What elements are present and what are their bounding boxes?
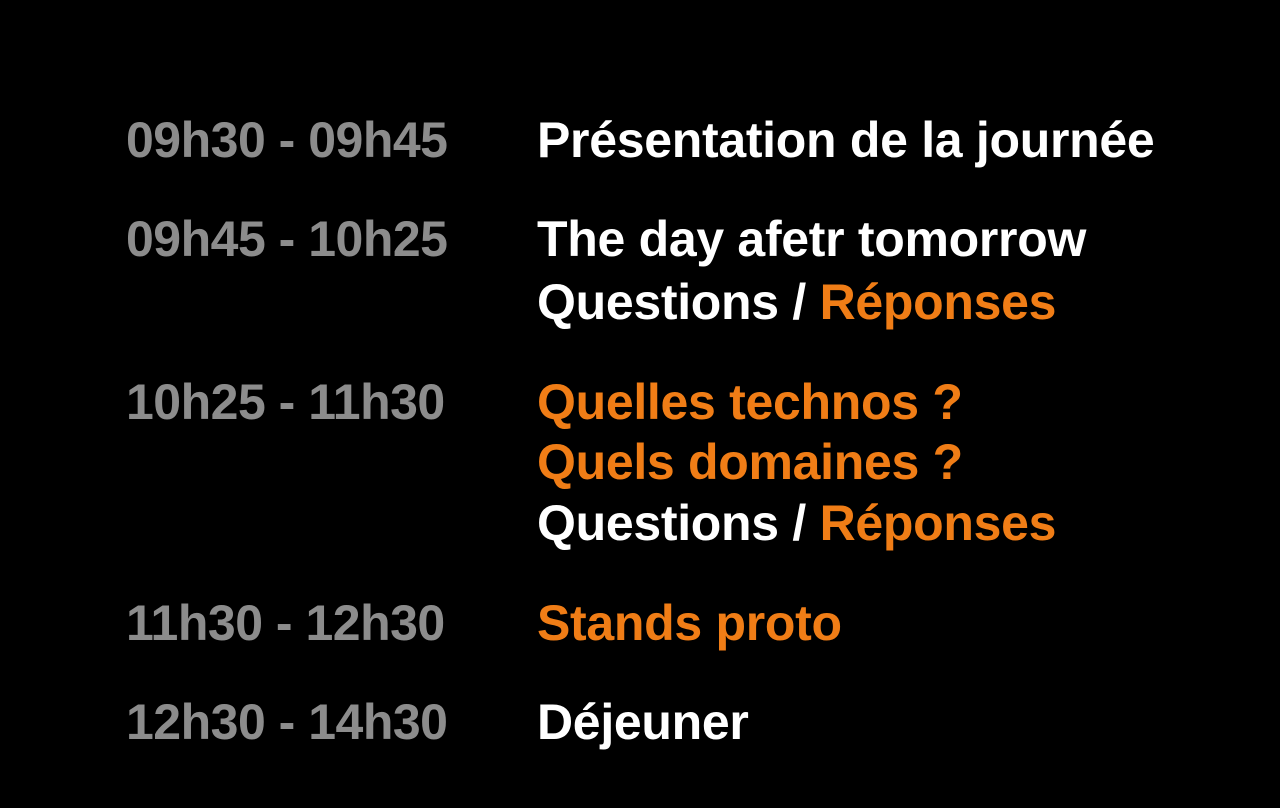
time-slot-4: 12h30 - 14h30: [126, 694, 448, 750]
agenda-line: Stands proto: [537, 593, 842, 653]
agenda-text-accent: Quelles technos ?: [537, 374, 963, 430]
agenda-text: Déjeuner: [537, 694, 749, 750]
agenda-text-accent: Quels domaines ?: [537, 434, 963, 490]
agenda-text-accent: Réponses: [819, 274, 1057, 330]
agenda-line: The day afetr tomorrow: [537, 209, 1086, 269]
agenda-line: Questions / Réponses: [537, 272, 1056, 332]
agenda-text: The day afetr tomorrow: [537, 211, 1087, 267]
time-slot-2: 10h25 - 11h30: [126, 374, 445, 430]
agenda-line: Déjeuner: [537, 692, 749, 752]
agenda-slide: 09h30 - 09h45 Présentation de la journée…: [0, 0, 1280, 808]
agenda-line: Quels domaines ?: [537, 432, 963, 492]
agenda-text-accent: Réponses: [819, 495, 1057, 551]
time-slot-0: 09h30 - 09h45: [126, 112, 448, 168]
agenda-line: Présentation de la journée: [537, 110, 1155, 170]
agenda-text: Présentation de la journée: [537, 112, 1155, 168]
agenda-text: Questions /: [537, 495, 820, 551]
agenda-line: Quelles technos ?: [537, 372, 963, 432]
time-slot-1: 09h45 - 10h25: [126, 211, 448, 267]
agenda-line: Questions / Réponses: [537, 493, 1056, 553]
agenda-text: Questions /: [537, 274, 820, 330]
time-slot-3: 11h30 - 12h30: [126, 595, 445, 651]
agenda-text-accent: Stands proto: [537, 595, 842, 651]
